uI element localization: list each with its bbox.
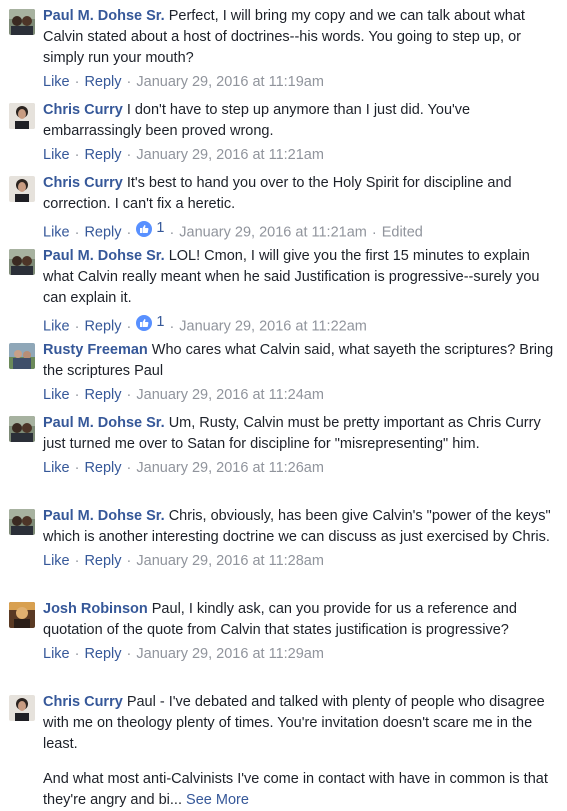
separator: · xyxy=(126,224,132,241)
comment-actions: Like · Reply · January 29, 2016 at 11:24am xyxy=(43,385,557,406)
comment-text: Chris Curry It's best to hand you over t… xyxy=(43,173,557,215)
reply-button[interactable]: Reply xyxy=(84,460,121,476)
avatar[interactable] xyxy=(9,9,35,35)
separator: · xyxy=(126,646,132,662)
timestamp[interactable]: January 29, 2016 at 11:28am xyxy=(136,553,324,569)
separator: · xyxy=(74,74,80,90)
comment-author[interactable]: Paul M. Dohse Sr. xyxy=(43,248,165,264)
reply-button[interactable]: Reply xyxy=(84,147,121,163)
avatar[interactable] xyxy=(9,416,35,442)
separator: · xyxy=(74,646,80,662)
comment-author[interactable]: Rusty Freeman xyxy=(43,342,148,358)
comment-actions: Like · Reply · January 29, 2016 at 11:26am xyxy=(43,458,557,479)
comment-message-truncated: And what most anti-Calvinists I've come … xyxy=(43,771,548,808)
timestamp[interactable]: January 29, 2016 at 11:21am xyxy=(136,147,324,163)
separator: · xyxy=(371,224,377,241)
like-button[interactable]: Like xyxy=(43,225,70,241)
timestamp[interactable]: January 29, 2016 at 11:22am xyxy=(179,319,367,335)
separator: · xyxy=(74,147,80,163)
comment-actions: Like · Reply · January 29, 2016 at 11:21am xyxy=(43,145,557,166)
separator: · xyxy=(126,553,132,569)
reply-button[interactable]: Reply xyxy=(84,74,121,90)
like-button[interactable]: Like xyxy=(43,460,70,476)
comment-actions: Like · Reply · January 29, 2016 at 11:29am xyxy=(43,644,557,665)
like-button[interactable]: Like xyxy=(43,646,70,662)
comment-author[interactable]: Chris Curry xyxy=(43,175,123,191)
comment-author[interactable]: Josh Robinson xyxy=(43,601,148,617)
reply-button[interactable]: Reply xyxy=(84,225,121,241)
see-more-link[interactable]: See More xyxy=(186,792,249,808)
separator: · xyxy=(126,147,132,163)
comment-text: Paul M. Dohse Sr. Chris, obviously, has … xyxy=(43,506,557,548)
comment-text: Paul M. Dohse Sr. Um, Rusty, Calvin must… xyxy=(43,413,557,455)
comment-text: Rusty Freeman Who cares what Calvin said… xyxy=(43,340,557,382)
comment-actions: Like · Reply · January 29, 2016 at 11:19am xyxy=(43,72,557,93)
reply-button[interactable]: Reply xyxy=(84,553,121,569)
comment-author[interactable]: Chris Curry xyxy=(43,694,123,710)
reply-button[interactable]: Reply xyxy=(84,319,121,335)
reaction-count[interactable]: 1 xyxy=(136,312,164,333)
like-button[interactable]: Like xyxy=(43,319,70,335)
reply-button[interactable]: Reply xyxy=(84,387,121,403)
avatar[interactable] xyxy=(9,343,35,369)
comment-text: Paul M. Dohse Sr. Perfect, I will bring … xyxy=(43,6,557,69)
timestamp[interactable]: January 29, 2016 at 11:21am xyxy=(179,225,367,241)
separator: · xyxy=(74,553,80,569)
comment-author[interactable]: Chris Curry xyxy=(43,102,123,118)
edited-label[interactable]: Edited xyxy=(382,225,423,241)
separator: · xyxy=(74,224,80,241)
thumbs-up-icon xyxy=(136,314,153,331)
comment-author[interactable]: Paul M. Dohse Sr. xyxy=(43,415,165,431)
comment-text: Chris Curry Paul - I've debated and talk… xyxy=(43,692,557,755)
reaction-count[interactable]: 1 xyxy=(136,218,164,239)
avatar[interactable] xyxy=(9,602,35,628)
separator: · xyxy=(74,318,80,335)
like-button[interactable]: Like xyxy=(43,387,70,403)
comment-text: Paul M. Dohse Sr. LOL! Cmon, I will give… xyxy=(43,246,557,309)
timestamp[interactable]: January 29, 2016 at 11:19am xyxy=(136,74,324,90)
thumbs-up-icon xyxy=(136,220,153,237)
separator: · xyxy=(126,387,132,403)
separator: · xyxy=(74,460,80,476)
separator: · xyxy=(126,460,132,476)
comment-thread: Paul M. Dohse Sr. Perfect, I will bring … xyxy=(0,0,567,808)
avatar[interactable] xyxy=(9,103,35,129)
timestamp[interactable]: January 29, 2016 at 11:29am xyxy=(136,646,324,662)
separator: · xyxy=(126,74,132,90)
timestamp[interactable]: January 29, 2016 at 11:26am xyxy=(136,460,324,476)
separator: · xyxy=(74,387,80,403)
comment-text: Chris Curry I don't have to step up anym… xyxy=(43,100,557,142)
comment-author[interactable]: Paul M. Dohse Sr. xyxy=(43,508,165,524)
avatar[interactable] xyxy=(9,695,35,721)
like-button[interactable]: Like xyxy=(43,553,70,569)
timestamp[interactable]: January 29, 2016 at 11:24am xyxy=(136,387,324,403)
comment-actions: Like · Reply · 1 · January 29, 2016 at 11:21am… xyxy=(43,218,557,244)
avatar[interactable] xyxy=(9,176,35,202)
comment-text-continued: And what most anti-Calvinists I've come … xyxy=(43,769,557,811)
comment-text: Josh Robinson Paul, I kindly ask, can yo… xyxy=(43,599,557,641)
comment-actions: Like · Reply · 1 · January 29, 2016 at 11:22am xyxy=(43,312,557,338)
separator: · xyxy=(169,224,175,241)
avatar[interactable] xyxy=(9,249,35,275)
like-button[interactable]: Like xyxy=(43,147,70,163)
like-button[interactable]: Like xyxy=(43,74,70,90)
separator: · xyxy=(126,318,132,335)
comment-actions: Like · Reply · January 29, 2016 at 11:28am xyxy=(43,551,557,572)
comment-author[interactable]: Paul M. Dohse Sr. xyxy=(43,8,165,24)
avatar[interactable] xyxy=(9,509,35,535)
reply-button[interactable]: Reply xyxy=(84,646,121,662)
separator: · xyxy=(169,318,175,335)
